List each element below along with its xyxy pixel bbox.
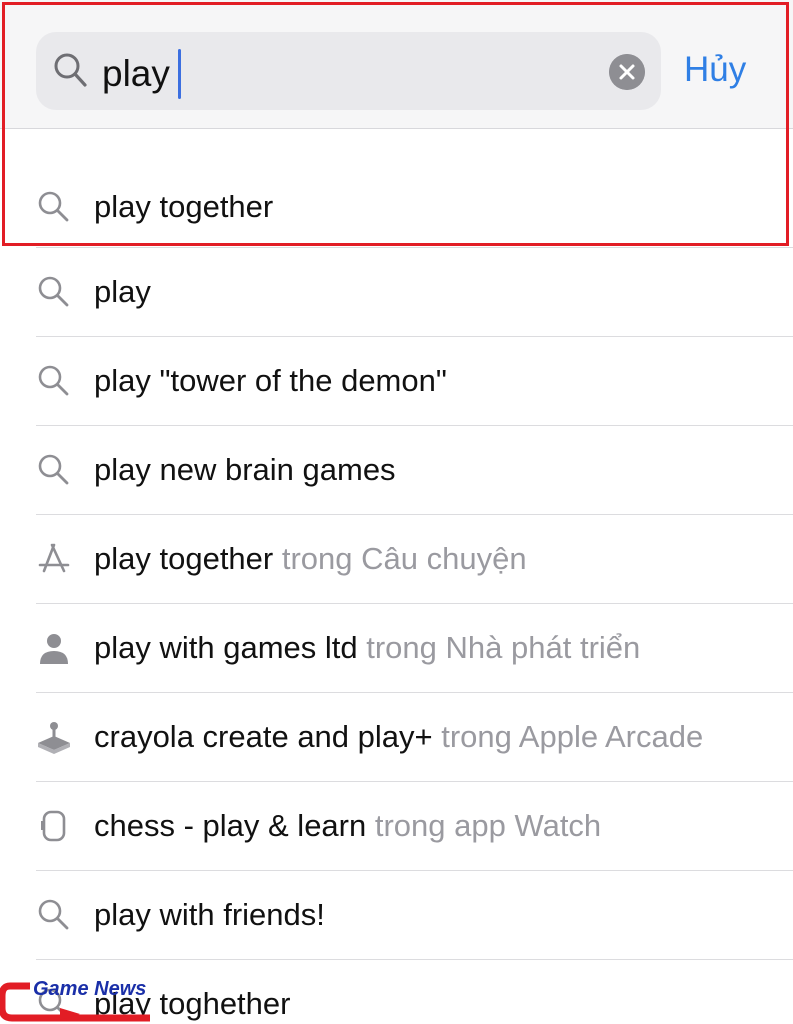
search-icon: [54, 53, 87, 87]
suggestion-text: play with games ltd trong Nhà phát triển: [94, 630, 640, 666]
search-icon: [38, 276, 69, 307]
suggestion-text: chess - play & learn trong app Watch: [94, 808, 601, 844]
suggestion-text: play "tower of the demon": [94, 363, 447, 399]
suggestion-item[interactable]: play together trong Câu chuyện: [36, 515, 793, 604]
suggestion-text: play: [94, 274, 151, 310]
suggestion-label: play: [94, 274, 151, 309]
search-field[interactable]: play: [36, 32, 661, 110]
watermark-logo: Game News: [0, 978, 170, 1022]
suggestion-label: crayola create and play+: [94, 719, 433, 754]
suggestion-label: play with games ltd: [94, 630, 358, 665]
search-icon: [38, 365, 69, 396]
suggestion-label: play new brain games: [94, 452, 396, 487]
suggestion-item[interactable]: play together: [36, 129, 793, 248]
watch-icon: [41, 810, 66, 842]
suggestion-text: play together trong Câu chuyện: [94, 541, 527, 577]
search-icon: [38, 454, 69, 485]
suggestion-scope: trong Nhà phát triển: [366, 630, 641, 665]
arcade-joystick-icon: [38, 722, 70, 754]
search-input[interactable]: play: [102, 49, 181, 99]
watermark-text: Game News: [33, 978, 147, 1000]
suggestion-label: play "tower of the demon": [94, 363, 447, 398]
suggestion-list: play together play play "tower of the demo…: [0, 129, 793, 1024]
suggestion-item[interactable]: crayola create and play+ trong Apple Arc…: [36, 693, 793, 782]
suggestion-text: play with friends!: [94, 897, 325, 933]
suggestion-item[interactable]: play "tower of the demon": [36, 337, 793, 426]
search-query: play: [102, 53, 170, 94]
suggestion-text: play together: [94, 189, 273, 225]
suggestion-item[interactable]: chess - play & learn trong app Watch: [36, 782, 793, 871]
app-store-search-screen: play Hủy play together play play "tower of…: [0, 0, 793, 1024]
person-icon: [40, 634, 68, 664]
clear-icon[interactable]: [609, 54, 645, 90]
suggestion-label: play together: [94, 189, 274, 224]
suggestion-scope: trong Câu chuyện: [281, 541, 527, 576]
suggestion-item[interactable]: play with friends!: [36, 871, 793, 960]
cancel-button[interactable]: Hủy: [684, 50, 746, 90]
suggestion-item[interactable]: play with games ltd trong Nhà phát triển: [36, 604, 793, 693]
suggestion-scope: trong Apple Arcade: [441, 719, 704, 754]
suggestion-scope: trong app Watch: [374, 808, 602, 843]
suggestion-label: chess - play & learn: [94, 808, 367, 843]
text-cursor: [177, 49, 181, 99]
app-store-icon: [38, 543, 70, 573]
search-icon: [38, 191, 69, 222]
suggestion-item[interactable]: play: [36, 248, 793, 337]
search-icon: [38, 899, 69, 930]
suggestion-text: play new brain games: [94, 452, 396, 488]
suggestion-label: play with friends!: [94, 897, 325, 932]
search-header: play Hủy: [0, 0, 793, 129]
suggestion-text: crayola create and play+ trong Apple Arc…: [94, 719, 703, 755]
suggestion-item[interactable]: play new brain games: [36, 426, 793, 515]
suggestion-label: play together: [94, 541, 274, 576]
